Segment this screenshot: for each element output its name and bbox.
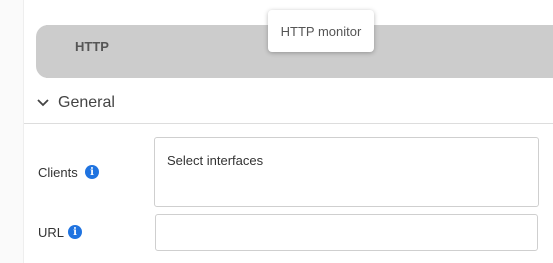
- section-title: General: [58, 94, 115, 111]
- left-panel: [0, 0, 24, 263]
- section-general-header[interactable]: General: [24, 86, 553, 124]
- clients-info-icon[interactable]: i: [85, 165, 99, 179]
- tooltip: HTTP monitor: [268, 10, 374, 52]
- url-info-icon[interactable]: i: [68, 225, 82, 239]
- tooltip-text: HTTP monitor: [280, 23, 362, 39]
- url-input[interactable]: [155, 214, 538, 251]
- url-label: URL: [38, 225, 65, 240]
- chevron-down-icon[interactable]: [36, 97, 50, 109]
- clients-placeholder: Select interfaces: [167, 153, 264, 168]
- clients-select[interactable]: Select interfaces: [154, 137, 539, 207]
- clients-label: Clients: [38, 165, 78, 180]
- tab-http[interactable]: HTTP: [75, 39, 109, 54]
